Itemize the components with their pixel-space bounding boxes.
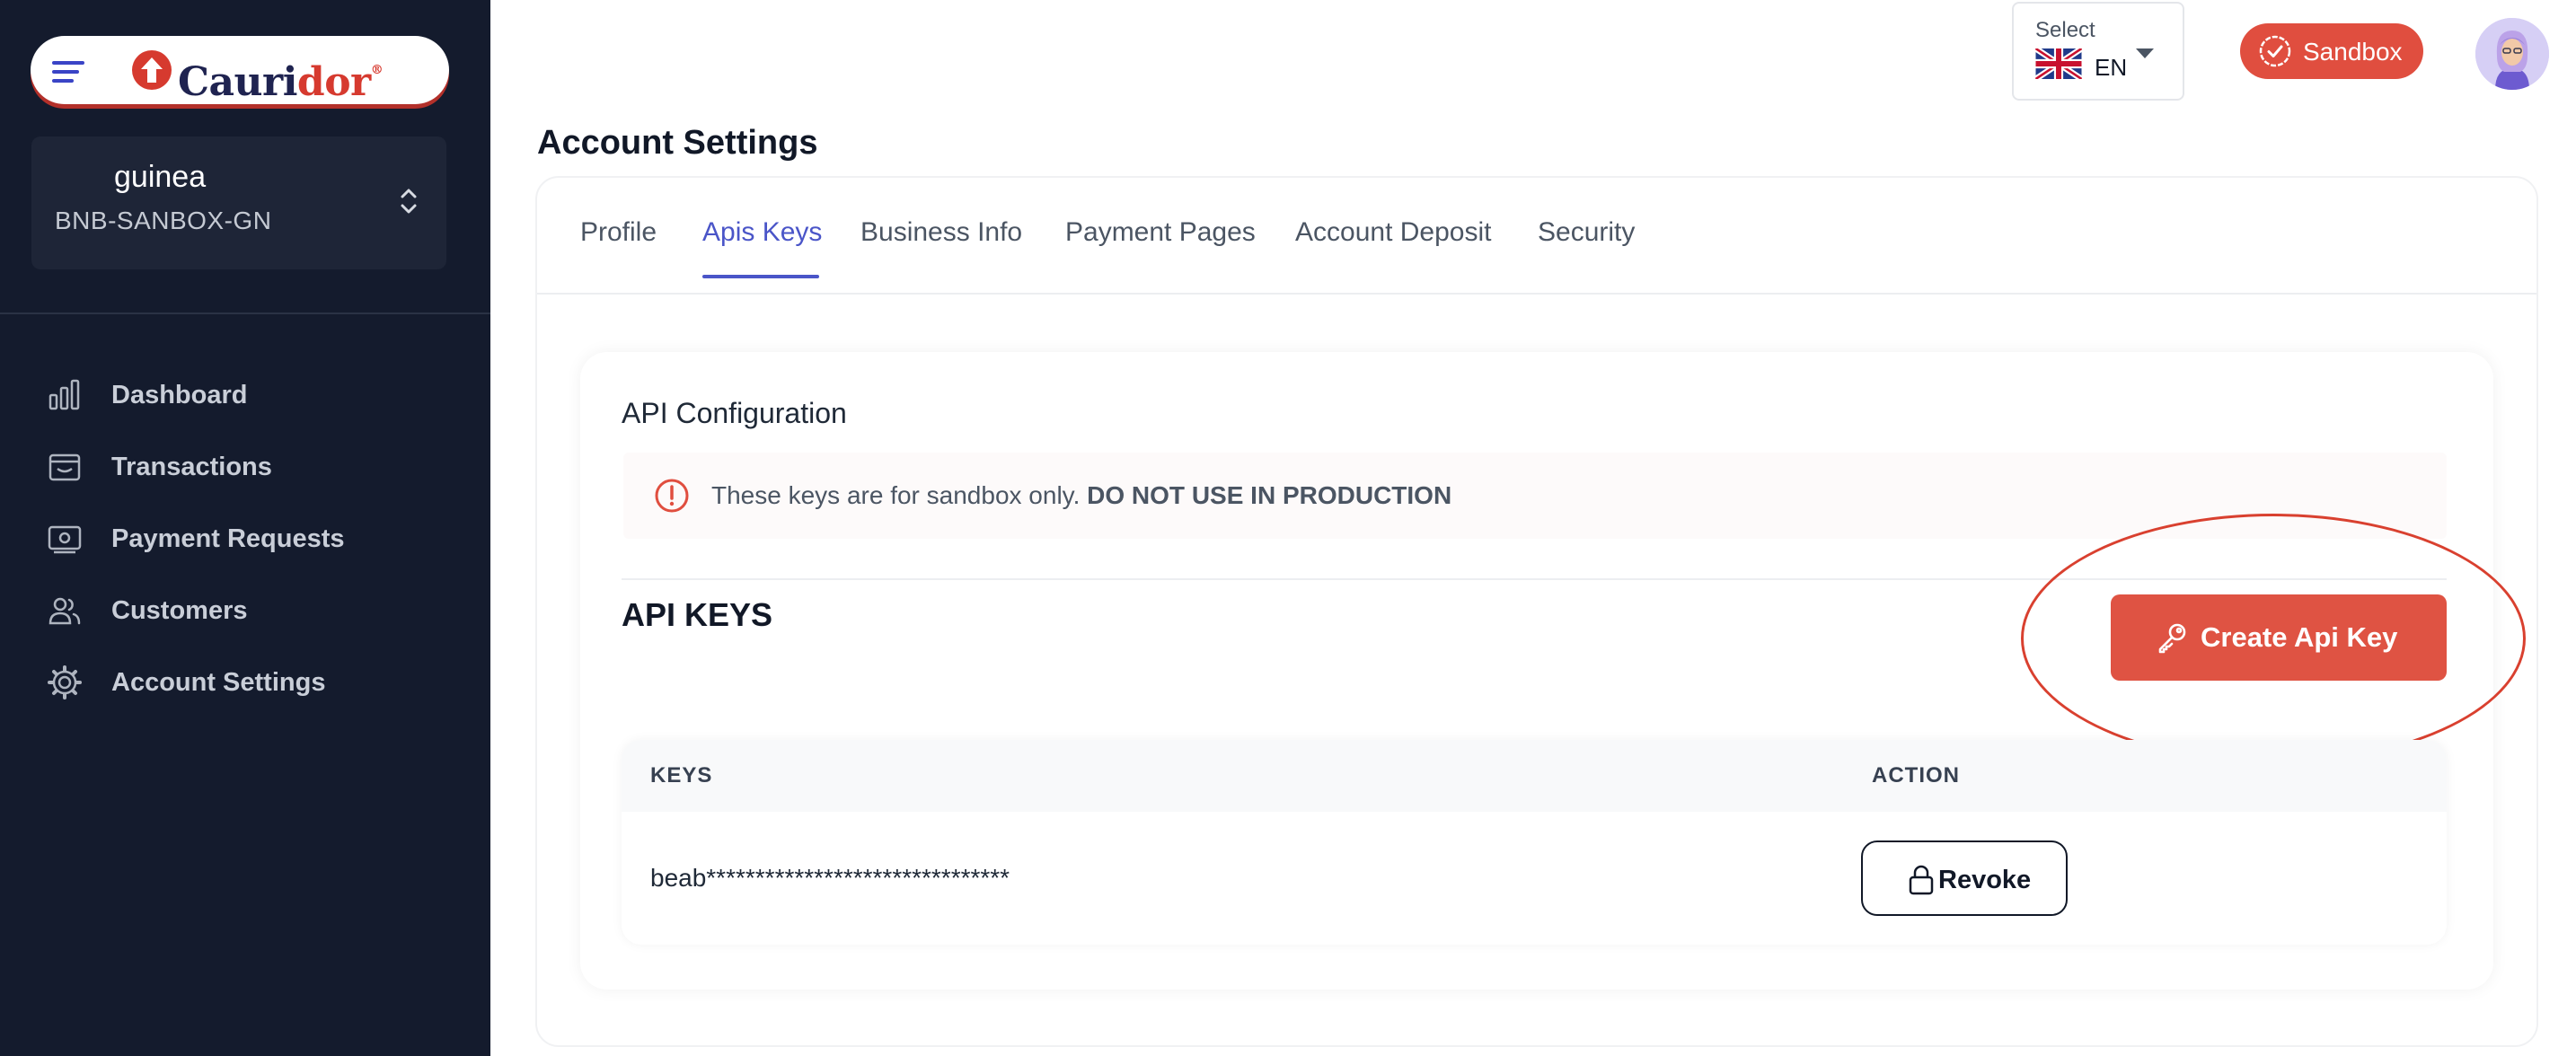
account-switcher[interactable]: guinea BNB-SANBOX-GN [31,136,446,269]
sidebar-item-label: Customers [111,595,248,625]
sidebar-item-label: Transactions [111,452,272,481]
settings-tabs: Profile Apis Keys Business Info Payment … [537,178,2536,295]
chevron-up-down-icon [401,189,417,214]
sidebar-item-dashboard[interactable]: Dashboard [0,359,490,431]
bar-chart-icon [49,379,80,410]
users-icon [49,597,81,625]
sandbox-badge-label: Sandbox [2303,38,2403,66]
tab-account-deposit[interactable]: Account Deposit [1295,217,1491,248]
lock-icon [1909,865,1934,895]
warning-emphasis: DO NOT USE IN PRODUCTION [1087,481,1452,509]
api-keys-heading: API KEYS [622,596,773,633]
create-api-key-button[interactable]: Create Api Key [2111,594,2447,681]
wallet-icon [49,453,81,481]
revoke-label: Revoke [1938,866,2032,894]
page-title: Account Settings [537,124,818,162]
sidebar-item-label: Account Settings [111,667,326,697]
sandbox-badge[interactable]: Sandbox [2240,23,2423,79]
app-root: Cauridor® guinea BNB-SANBOX-GN Dashboard… [0,0,2576,1056]
language-value: EN [2095,54,2128,81]
gear-icon [48,665,82,700]
tab-business-info[interactable]: Business Info [860,217,1022,248]
tab-security[interactable]: Security [1538,217,1635,248]
column-header-action: ACTION [1872,763,1960,788]
brand-header: Cauridor® [31,36,449,105]
sidebar-item-account-settings[interactable]: Account Settings [0,647,490,718]
account-code: BNB-SANBOX-GN [55,207,272,234]
language-select-caption: Select [2035,18,2095,42]
hamburger-menu-icon[interactable] [52,61,84,83]
key-icon [2158,623,2186,654]
account-name: guinea [114,160,207,194]
money-request-icon [48,525,82,554]
sidebar-item-payment-requests[interactable]: Payment Requests [0,503,490,575]
logo-arrow-icon [132,50,172,90]
sidebar-divider [0,312,490,314]
table-header: KEYS ACTION [622,740,2447,812]
api-key-value: beab******************************* [650,864,1010,892]
api-configuration-title: API Configuration [622,397,847,429]
language-select[interactable]: Select EN [2012,2,2184,101]
avatar-illustration [2475,18,2549,90]
column-header-keys: KEYS [650,763,713,788]
revoke-button[interactable]: Revoke [1861,840,2068,916]
logo-wordmark: Cauridor® [178,59,384,105]
sidebar-item-label: Payment Requests [111,524,345,553]
alert-circle-icon [655,479,689,513]
check-badge-icon [2259,35,2291,67]
uk-flag-icon [2035,48,2082,79]
tab-payment-pages[interactable]: Payment Pages [1065,217,1256,248]
sidebar: Cauridor® guinea BNB-SANBOX-GN Dashboard… [0,0,490,1056]
create-api-key-label: Create Api Key [2201,621,2398,653]
sidebar-item-transactions[interactable]: Transactions [0,431,490,503]
api-keys-table: KEYS ACTION beab************************… [622,740,2447,945]
sandbox-warning-alert: These keys are for sandbox only. DO NOT … [623,453,2447,539]
caret-down-icon [2136,48,2154,58]
section-divider [622,578,2447,580]
tab-apis-keys[interactable]: Apis Keys [702,217,822,248]
user-avatar[interactable] [2475,18,2549,90]
sidebar-item-customers[interactable]: Customers [0,575,490,647]
warning-text: These keys are for sandbox only. DO NOT … [711,481,1452,509]
active-tab-indicator [702,275,819,278]
sidebar-item-label: Dashboard [111,380,248,409]
sidebar-nav: Dashboard Transactions Payment Requests … [0,359,490,718]
tab-profile[interactable]: Profile [580,217,657,248]
